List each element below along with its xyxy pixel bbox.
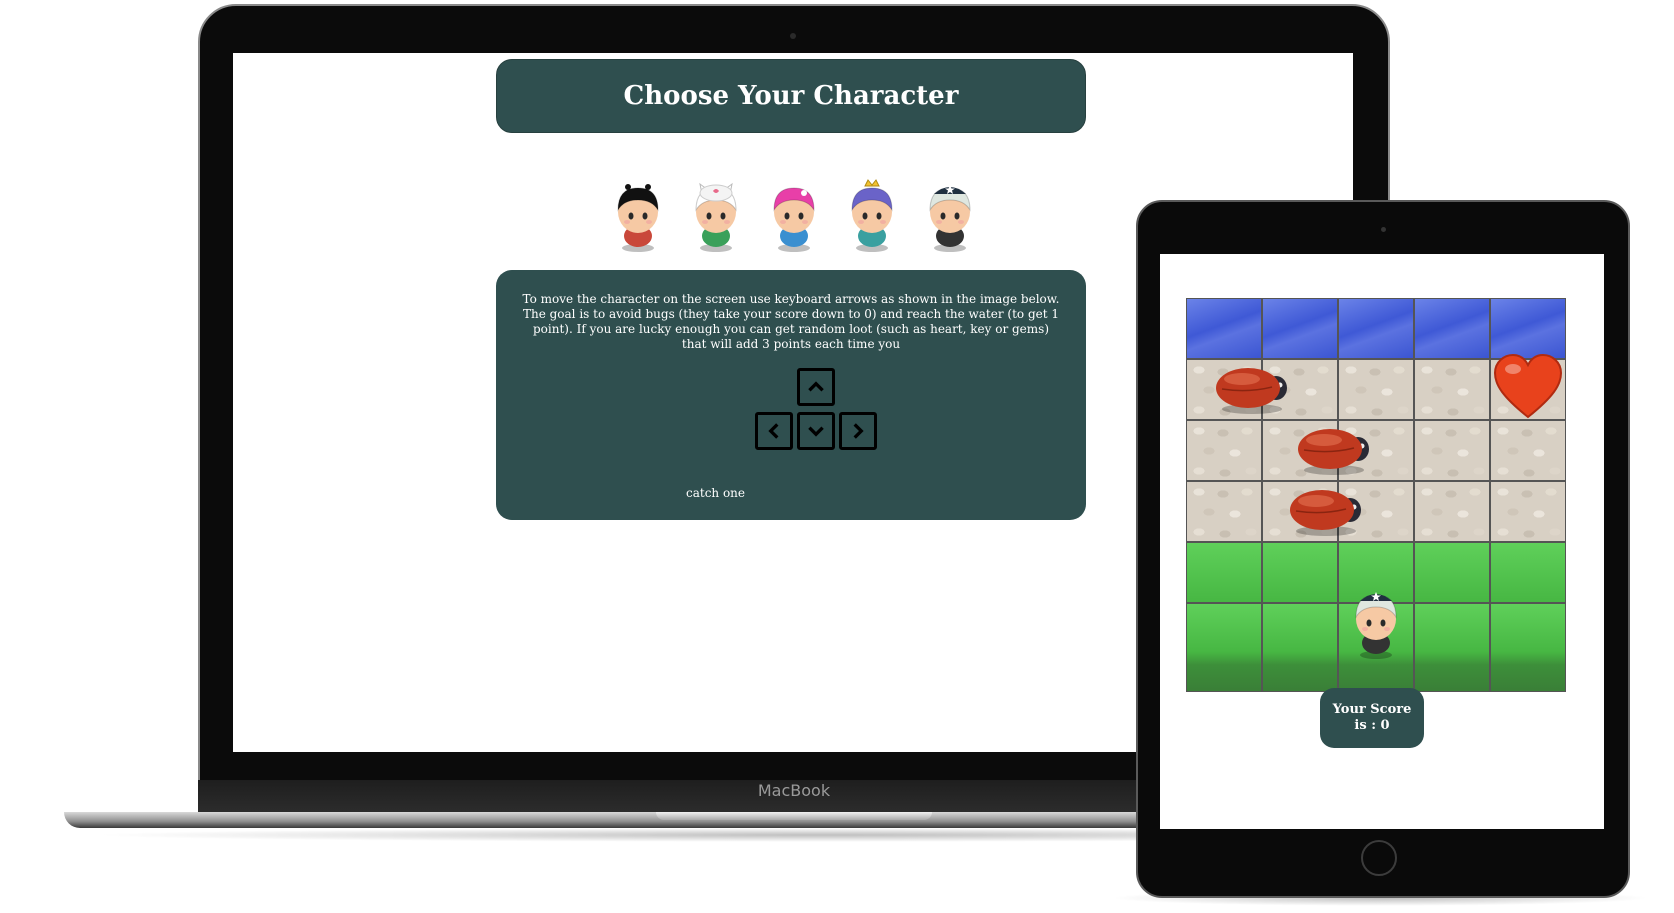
- instructions-panel: To move the character on the screen use …: [496, 270, 1086, 520]
- grass-tile: [1186, 603, 1262, 692]
- page-title: Choose Your Character: [623, 81, 959, 111]
- ipad-camera: [1381, 227, 1386, 232]
- title-panel: Choose Your Character: [496, 59, 1086, 133]
- stone-tile: [1186, 420, 1262, 481]
- grass-tile: [1262, 542, 1338, 603]
- grass-tile: [1414, 542, 1490, 603]
- game-board[interactable]: [1186, 298, 1590, 718]
- catch-text: catch one: [686, 486, 746, 500]
- water-tile: [1338, 298, 1414, 359]
- score-label: Your Score is : 0: [1332, 702, 1412, 733]
- boy-character-icon[interactable]: [608, 178, 668, 253]
- horn-girl-character-icon[interactable]: [920, 178, 980, 253]
- bug-icon: [1288, 485, 1368, 537]
- bug-icon: [1296, 424, 1376, 476]
- grass-tile: [1414, 603, 1490, 692]
- grass-tile: [1490, 542, 1566, 603]
- arrow-keys: [751, 368, 891, 458]
- heart-icon: [1493, 353, 1563, 423]
- grass-tile: [1490, 603, 1566, 692]
- ipad-home-button[interactable]: [1361, 840, 1397, 876]
- down-arrow-key-icon: [797, 412, 835, 450]
- score-panel: Your Score is : 0: [1320, 688, 1424, 748]
- pink-hair-girl-character-icon[interactable]: [764, 178, 824, 253]
- bug-icon: [1214, 363, 1294, 415]
- left-arrow-key-icon: [755, 412, 793, 450]
- character-list: [608, 178, 988, 258]
- water-tile: [1262, 298, 1338, 359]
- stone-tile: [1414, 481, 1490, 542]
- stone-tile: [1186, 481, 1262, 542]
- instructions-text: To move the character on the screen use …: [522, 292, 1060, 351]
- water-tile: [1490, 298, 1566, 359]
- grass-tile: [1186, 542, 1262, 603]
- water-tile: [1414, 298, 1490, 359]
- stone-tile: [1414, 420, 1490, 481]
- water-tile: [1186, 298, 1262, 359]
- right-arrow-key-icon: [839, 412, 877, 450]
- ipad-screen: Your Score is : 0: [1160, 254, 1604, 829]
- stone-tile: [1338, 359, 1414, 420]
- grass-tile: [1262, 603, 1338, 692]
- stone-tile: [1490, 481, 1566, 542]
- macbook-camera: [790, 33, 796, 39]
- stone-tile: [1414, 359, 1490, 420]
- player-character-icon: [1346, 585, 1406, 660]
- princess-character-icon[interactable]: [842, 178, 902, 253]
- up-arrow-key-icon: [797, 368, 835, 406]
- macbook-notch: [656, 812, 932, 820]
- stone-tile: [1490, 420, 1566, 481]
- cat-girl-character-icon[interactable]: [686, 178, 746, 253]
